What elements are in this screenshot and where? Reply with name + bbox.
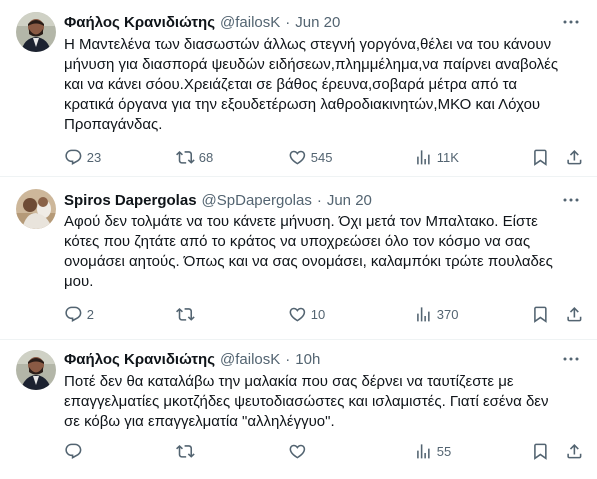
reply-count: 23 — [86, 149, 102, 165]
share-icon — [567, 306, 582, 322]
timestamp[interactable]: 10h — [295, 351, 320, 368]
bookmark-icon — [534, 149, 547, 166]
views-count: 55 — [436, 443, 452, 459]
more-dots-icon[interactable] — [561, 349, 581, 369]
like-count: 10 — [310, 306, 326, 322]
reply-icon — [65, 306, 82, 322]
author-name[interactable]: Φαήλος Κρανιδιώτης — [64, 14, 215, 31]
tweet-3[interactable]: Φαήλος Κρανιδιώτης @failosK · 10h Ποτέ δ… — [0, 340, 597, 479]
retweet-button[interactable]: 68 — [176, 147, 213, 167]
bookmark-button[interactable] — [531, 441, 550, 461]
separator-dot: · — [285, 13, 291, 31]
more-dots-icon[interactable] — [561, 190, 581, 210]
tweet-header: Spiros Dapergolas @SpDapergolas · Jun 20 — [64, 190, 372, 210]
tweet-1[interactable]: Φαήλος Κρανιδιώτης @failosK · Jun 20 Η Μ… — [0, 0, 597, 176]
author-name[interactable]: Spiros Dapergolas — [64, 192, 197, 209]
retweet-icon — [176, 444, 195, 458]
views-button[interactable]: 370 — [414, 304, 458, 324]
share-icon — [567, 149, 582, 165]
tweet-text: Η Μαντελένα των διασωστών άλλως στεγνή γ… — [64, 36, 559, 133]
retweet-count: 68 — [198, 149, 214, 165]
views-count: 370 — [436, 306, 459, 322]
timestamp[interactable]: Jun 20 — [327, 192, 372, 209]
share-button[interactable] — [565, 304, 584, 324]
heart-icon — [289, 150, 306, 165]
like-button[interactable]: 10 — [288, 304, 325, 324]
views-button[interactable]: 11K — [414, 147, 459, 167]
views-bar-icon — [417, 306, 430, 322]
like-count: 545 — [310, 149, 333, 165]
reply-button[interactable] — [64, 441, 87, 461]
reply-icon — [65, 443, 82, 459]
tweet-header: Φαήλος Κρανιδιώτης @failosK · Jun 20 — [64, 12, 340, 32]
like-button[interactable] — [288, 441, 311, 461]
like-button[interactable]: 545 — [288, 147, 332, 167]
author-name[interactable]: Φαήλος Κρανιδιώτης — [64, 351, 215, 368]
retweet-icon — [176, 150, 195, 164]
author-handle[interactable]: @failosK — [220, 14, 280, 31]
share-button[interactable] — [565, 441, 584, 461]
retweet-button[interactable] — [176, 441, 199, 461]
reply-count: 2 — [86, 306, 94, 322]
tweet-text: Αφού δεν τολμάτε να του κάνετε μήνυση. Ό… — [64, 213, 553, 290]
timestamp[interactable]: Jun 20 — [295, 14, 340, 31]
reply-button[interactable]: 2 — [64, 304, 94, 324]
bookmark-icon — [534, 443, 547, 460]
avatar[interactable] — [16, 350, 56, 390]
heart-icon — [289, 307, 306, 322]
views-count: 11K — [436, 149, 459, 165]
action-bar: 2 10 370 — [56, 304, 586, 324]
separator-dot: · — [285, 350, 291, 368]
retweet-icon — [176, 307, 195, 321]
tweet-header: Φαήλος Κρανιδιώτης @failosK · 10h — [64, 349, 320, 369]
views-button[interactable]: 55 — [414, 441, 451, 461]
avatar[interactable] — [16, 12, 56, 52]
share-icon — [567, 443, 582, 459]
share-button[interactable] — [565, 147, 584, 167]
separator-dot: · — [316, 191, 322, 209]
bookmark-icon — [534, 306, 547, 323]
action-bar: 23 68 545 11K — [56, 147, 586, 167]
reply-icon — [65, 149, 82, 165]
avatar[interactable] — [16, 189, 56, 229]
views-bar-icon — [417, 443, 430, 459]
more-dots-icon[interactable] — [561, 12, 581, 32]
bookmark-button[interactable] — [531, 304, 550, 324]
action-bar: 55 — [56, 441, 586, 461]
author-handle[interactable]: @failosK — [220, 351, 280, 368]
author-handle[interactable]: @SpDapergolas — [202, 192, 312, 209]
retweet-button[interactable] — [176, 304, 199, 324]
heart-icon — [289, 444, 306, 459]
tweet-2[interactable]: Spiros Dapergolas @SpDapergolas · Jun 20… — [0, 177, 597, 339]
reply-button[interactable]: 23 — [64, 147, 101, 167]
tweet-text: Ποτέ δεν θα καταλάβω την μαλακία που σας… — [64, 373, 549, 430]
views-bar-icon — [417, 149, 430, 165]
bookmark-button[interactable] — [531, 147, 550, 167]
